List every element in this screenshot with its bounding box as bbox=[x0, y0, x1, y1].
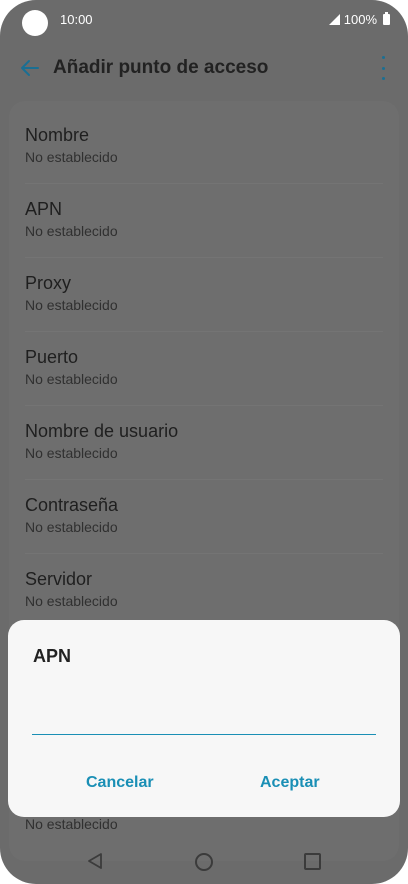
item-value: No establecido bbox=[25, 371, 118, 387]
status-indicators: 100% bbox=[328, 12, 390, 27]
page-title: Añadir punto de acceso bbox=[53, 57, 269, 78]
navigation-bar bbox=[0, 842, 408, 884]
battery-percent: 100% bbox=[343, 12, 377, 27]
back-arrow-icon[interactable] bbox=[18, 56, 42, 80]
item-value: No establecido bbox=[25, 223, 118, 239]
item-value: No establecido bbox=[25, 297, 118, 313]
list-item-apn[interactable]: APN No establecido bbox=[25, 184, 383, 258]
status-bar: 10:00 100% bbox=[0, 0, 408, 40]
app-bar: Añadir punto de acceso bbox=[0, 44, 408, 92]
dialog-title: APN bbox=[33, 646, 72, 666]
phone-screen: 10:00 100% Añadir punto de acceso Nombre… bbox=[0, 0, 408, 884]
list-item-nombre[interactable]: Nombre No establecido bbox=[25, 110, 383, 184]
item-label: APN bbox=[25, 199, 63, 219]
nav-home-icon[interactable] bbox=[195, 853, 213, 871]
item-value: No establecido bbox=[25, 593, 118, 609]
item-value: No establecido bbox=[25, 149, 118, 165]
list-item-proxy[interactable]: Proxy No establecido bbox=[25, 258, 383, 332]
battery-icon bbox=[383, 12, 390, 25]
front-camera bbox=[22, 10, 48, 36]
item-value: No establecido bbox=[25, 445, 118, 461]
item-label: Puerto bbox=[25, 347, 79, 367]
item-label: Contraseña bbox=[25, 495, 119, 515]
nav-back-icon[interactable] bbox=[87, 852, 103, 870]
item-label: Servidor bbox=[25, 569, 93, 589]
item-label: Nombre bbox=[25, 125, 90, 145]
list-item-puerto[interactable]: Puerto No establecido bbox=[25, 332, 383, 406]
list-item-nombre-de-usuario[interactable]: Nombre de usuario No establecido bbox=[25, 406, 383, 480]
apn-settings-list: Nombre No establecido APN No establecido… bbox=[25, 110, 383, 628]
status-time: 10:00 bbox=[60, 12, 93, 27]
partial-list-item-value: No establecido bbox=[25, 816, 118, 832]
signal-icon bbox=[328, 14, 340, 25]
item-value: No establecido bbox=[25, 519, 118, 535]
cancel-button[interactable]: Cancelar bbox=[86, 774, 154, 792]
more-options-icon[interactable] bbox=[380, 56, 386, 80]
list-item-servidor[interactable]: Servidor No establecido bbox=[25, 554, 383, 628]
nav-recent-apps-icon[interactable] bbox=[304, 853, 321, 870]
item-label: Proxy bbox=[25, 273, 72, 293]
apn-input-dialog: APN Cancelar Aceptar bbox=[8, 620, 400, 817]
list-item-contrasena[interactable]: Contraseña No establecido bbox=[25, 480, 383, 554]
accept-button[interactable]: Aceptar bbox=[260, 774, 320, 792]
apn-input-field[interactable] bbox=[32, 710, 376, 735]
item-label: Nombre de usuario bbox=[25, 421, 179, 441]
